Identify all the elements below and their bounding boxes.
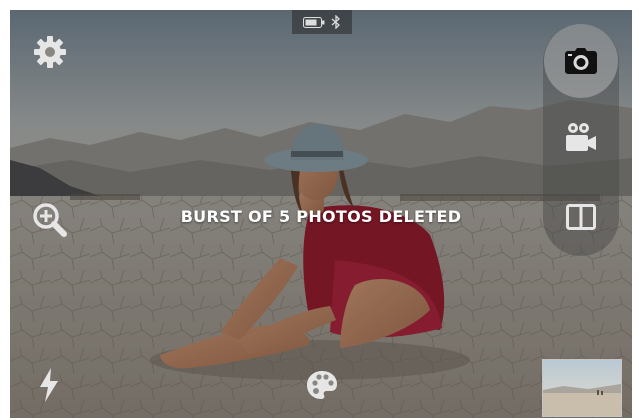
camera-app-frame: BURST OF 5 PHOTOS DELETED bbox=[0, 0, 639, 420]
thumbnail-image bbox=[543, 360, 621, 416]
settings-button[interactable] bbox=[30, 32, 70, 72]
flash-icon bbox=[38, 368, 60, 402]
flash-button[interactable] bbox=[32, 365, 66, 405]
gallery-thumbnail[interactable] bbox=[542, 359, 622, 417]
video-camera-icon bbox=[566, 122, 596, 154]
status-bar bbox=[292, 10, 352, 34]
camera-icon bbox=[565, 48, 597, 74]
battery-icon bbox=[303, 16, 325, 28]
gear-icon bbox=[33, 35, 67, 69]
photo-mode-icon-wrap bbox=[564, 46, 598, 76]
toast-message: BURST OF 5 PHOTOS DELETED bbox=[180, 207, 462, 226]
palette-icon bbox=[306, 370, 338, 400]
video-mode-button[interactable] bbox=[563, 120, 599, 156]
camera-viewfinder[interactable]: BURST OF 5 PHOTOS DELETED bbox=[10, 10, 632, 418]
bluetooth-icon bbox=[331, 15, 341, 29]
filters-button[interactable] bbox=[302, 367, 342, 403]
